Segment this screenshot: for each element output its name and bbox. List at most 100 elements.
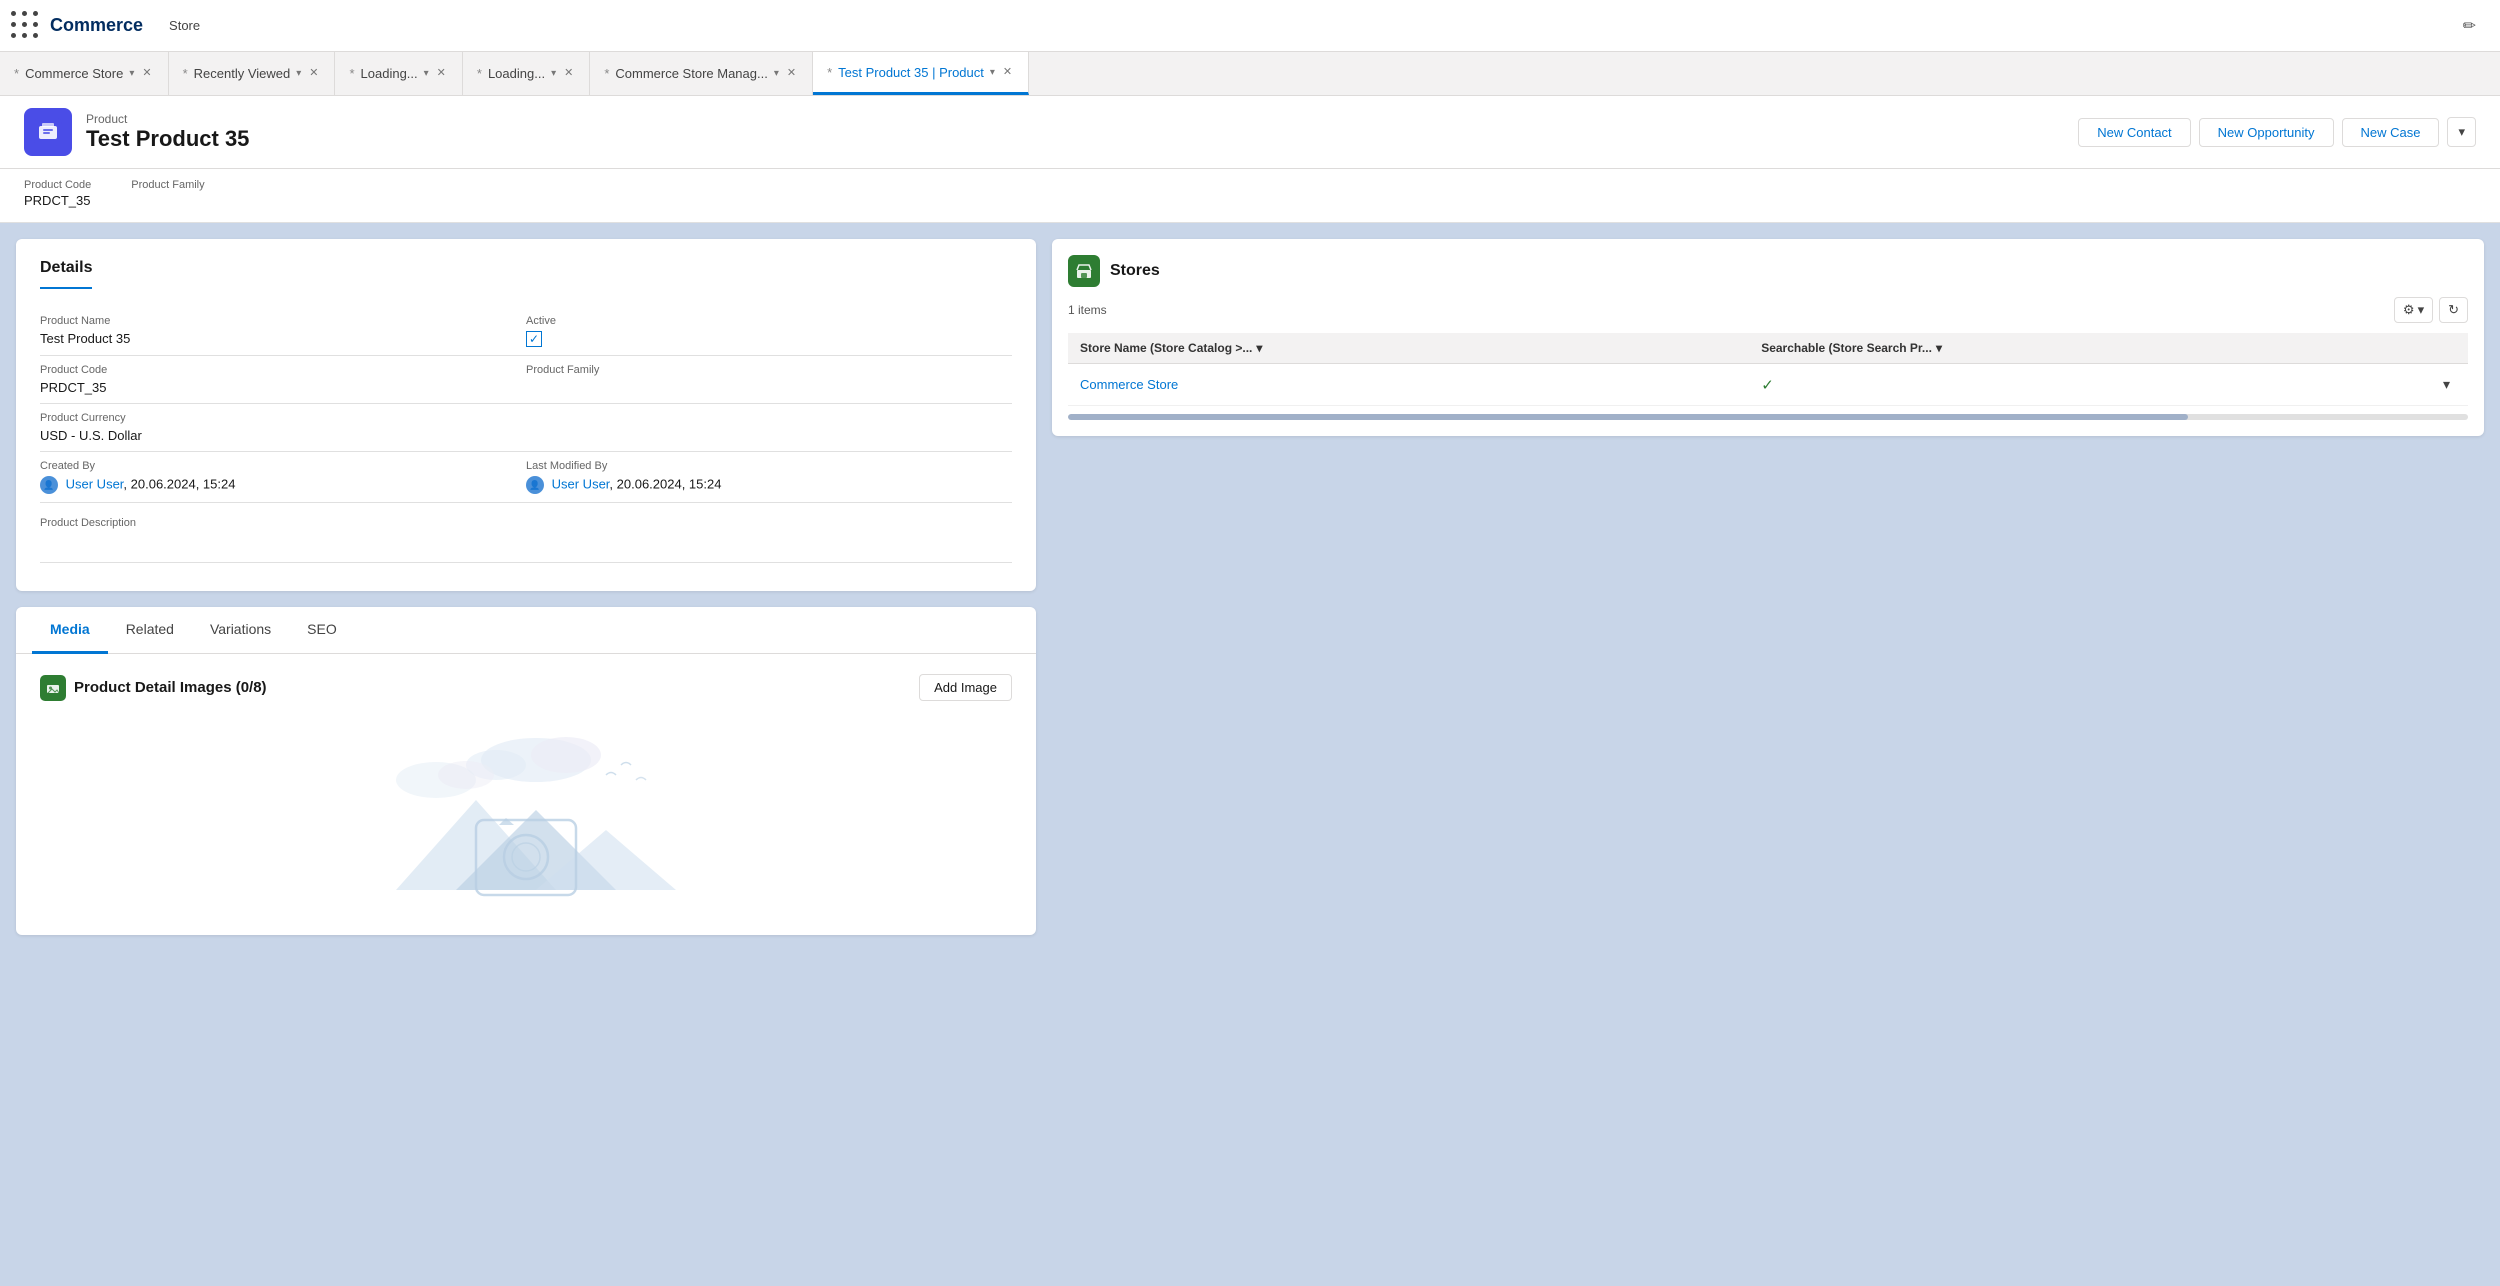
tab-media[interactable]: Media [32, 607, 108, 654]
store-row-actions-button[interactable]: ▾ [2437, 374, 2456, 395]
field-product-code: Product Code PRDCT_35 [40, 356, 526, 404]
searchable-checkmark-icon: ✓ [1761, 377, 1774, 394]
last-modified-date: , 20.06.2024, 15:24 [609, 476, 721, 491]
new-case-button[interactable]: New Case [2342, 118, 2440, 147]
tab-close-button[interactable]: ✕ [785, 66, 798, 81]
media-section-content: Product Detail Images (0/8) Add Image [16, 654, 1036, 935]
tab-chevron-icon[interactable]: ▾ [990, 67, 995, 78]
field-empty [526, 404, 1012, 452]
left-panel: Details Product Name Test Product 35 Act… [16, 239, 1036, 1270]
record-identity: Product Test Product 35 [86, 112, 249, 152]
actions-dropdown-button[interactable]: ▾ [2447, 117, 2476, 147]
stores-header: Stores [1068, 255, 2468, 287]
record-actions: New Contact New Opportunity New Case ▾ [2078, 117, 2476, 147]
stores-col-searchable-header[interactable]: Searchable (Store Search Pr... ▾ [1749, 333, 2425, 364]
add-image-button[interactable]: Add Image [919, 674, 1012, 701]
active-value: ✓ [526, 331, 1012, 347]
tab-close-button[interactable]: ✕ [562, 66, 575, 81]
stores-title: Stores [1110, 262, 1160, 280]
created-by-user-link[interactable]: User User [66, 476, 124, 491]
record-meta: Product Code PRDCT_35 Product Family [0, 169, 2500, 223]
nav-store[interactable]: Store [157, 0, 213, 52]
tab-modified-indicator: * [349, 66, 354, 81]
tab-chevron-icon[interactable]: ▾ [129, 68, 134, 79]
store-row-actions-cell: ▾ [2425, 364, 2468, 406]
product-detail-images-icon [40, 675, 66, 701]
product-detail-images-title: Product Detail Images (0/8) [74, 679, 267, 696]
store-name-cell[interactable]: Commerce Store [1068, 364, 1749, 406]
created-by-label: Created By [40, 460, 526, 472]
last-modified-user-link[interactable]: User User [552, 476, 610, 491]
stores-card: Stores 1 items ⚙ ▾ ↻ [1052, 239, 2484, 436]
meta-product-code-value: PRDCT_35 [24, 193, 91, 208]
tab-modified-indicator: * [183, 66, 188, 81]
created-by-avatar: 👤 [40, 476, 58, 494]
tab-loading-2[interactable]: * Loading... ▾ ✕ [463, 52, 590, 95]
field-product-currency: Product Currency USD - U.S. Dollar [40, 404, 526, 452]
new-opportunity-button[interactable]: New Opportunity [2199, 118, 2334, 147]
tab-chevron-icon[interactable]: ▾ [296, 68, 301, 79]
tab-seo[interactable]: SEO [289, 607, 355, 654]
stores-refresh-button[interactable]: ↻ [2439, 297, 2468, 323]
image-placeholder [40, 715, 1012, 915]
gear-dropdown-icon: ▾ [2418, 302, 2425, 318]
description-value [40, 533, 1012, 563]
tab-close-button[interactable]: ✕ [435, 66, 448, 81]
tab-chevron-icon[interactable]: ▾ [774, 68, 779, 79]
field-created-by: Created By 👤 User User, 20.06.2024, 15:2… [40, 452, 526, 503]
tab-loading-1[interactable]: * Loading... ▾ ✕ [335, 52, 462, 95]
product-name-value: Test Product 35 [40, 331, 526, 346]
meta-product-family-label: Product Family [131, 179, 204, 191]
description-label: Product Description [40, 517, 1012, 529]
meta-product-code-label: Product Code [24, 179, 91, 191]
stores-table: Store Name (Store Catalog >... ▾ Searcha… [1068, 333, 2468, 406]
tab-recently-viewed[interactable]: * Recently Viewed ▾ ✕ [169, 52, 336, 95]
stores-scroll-indicator [1068, 414, 2468, 420]
tab-label: Commerce Store Manag... [615, 66, 767, 81]
stores-icon [1068, 255, 1100, 287]
tab-label: Test Product 35 | Product [838, 65, 984, 80]
details-card: Details Product Name Test Product 35 Act… [16, 239, 1036, 591]
stores-actions: ⚙ ▾ ↻ [2394, 297, 2468, 323]
created-by-date: , 20.06.2024, 15:24 [123, 476, 235, 491]
app-launcher-button[interactable] [8, 8, 44, 44]
tab-related[interactable]: Related [108, 607, 192, 654]
field-product-name: Product Name Test Product 35 [40, 307, 526, 356]
store-row: Commerce Store ✓ ▾ [1068, 364, 2468, 406]
stores-scroll-thumb [1068, 414, 2188, 420]
edit-icon[interactable]: ✏ [2463, 16, 2492, 36]
active-checkbox[interactable]: ✓ [526, 331, 542, 347]
tab-modified-indicator: * [604, 66, 609, 81]
app-name: Commerce [50, 15, 143, 36]
main-content: Details Product Name Test Product 35 Act… [0, 223, 2500, 1286]
tab-chevron-icon[interactable]: ▾ [424, 68, 429, 79]
stores-items-count: 1 items [1068, 303, 1107, 317]
tab-commerce-store[interactable]: * Commerce Store ▾ ✕ [0, 52, 169, 95]
details-grid: Product Name Test Product 35 Active ✓ Pr… [40, 307, 1012, 571]
field-description: Product Description [40, 503, 1012, 571]
record-type-label: Product [86, 112, 249, 126]
tab-close-button[interactable]: ✕ [307, 66, 320, 81]
col-searchable-label: Searchable (Store Search Pr... [1761, 341, 1932, 355]
tab-test-product[interactable]: * Test Product 35 | Product ▾ ✕ [813, 52, 1029, 95]
tabs-bar: * Commerce Store ▾ ✕ * Recently Viewed ▾… [0, 52, 2500, 96]
bottom-tabs-section: Media Related Variations SEO [16, 607, 1036, 935]
tab-chevron-icon[interactable]: ▾ [551, 68, 556, 79]
record-header-left: Product Test Product 35 [24, 108, 249, 156]
section-tabs: Media Related Variations SEO [16, 607, 1036, 654]
subsection-title: Product Detail Images (0/8) [40, 675, 267, 701]
stores-gear-button[interactable]: ⚙ ▾ [2394, 297, 2433, 323]
tab-commerce-store-manag[interactable]: * Commerce Store Manag... ▾ ✕ [590, 52, 813, 95]
product-family-label: Product Family [526, 364, 1012, 376]
meta-product-family: Product Family [131, 179, 204, 208]
field-product-family: Product Family [526, 356, 1012, 404]
record-title: Test Product 35 [86, 126, 249, 152]
details-title: Details [40, 259, 92, 289]
tab-variations[interactable]: Variations [192, 607, 289, 654]
created-by-value: 👤 User User, 20.06.2024, 15:24 [40, 476, 526, 494]
store-searchable-cell: ✓ [1749, 364, 2425, 406]
tab-close-button[interactable]: ✕ [140, 66, 153, 81]
tab-close-button[interactable]: ✕ [1001, 65, 1014, 80]
new-contact-button[interactable]: New Contact [2078, 118, 2190, 147]
stores-col-name-header[interactable]: Store Name (Store Catalog >... ▾ [1068, 333, 1749, 364]
